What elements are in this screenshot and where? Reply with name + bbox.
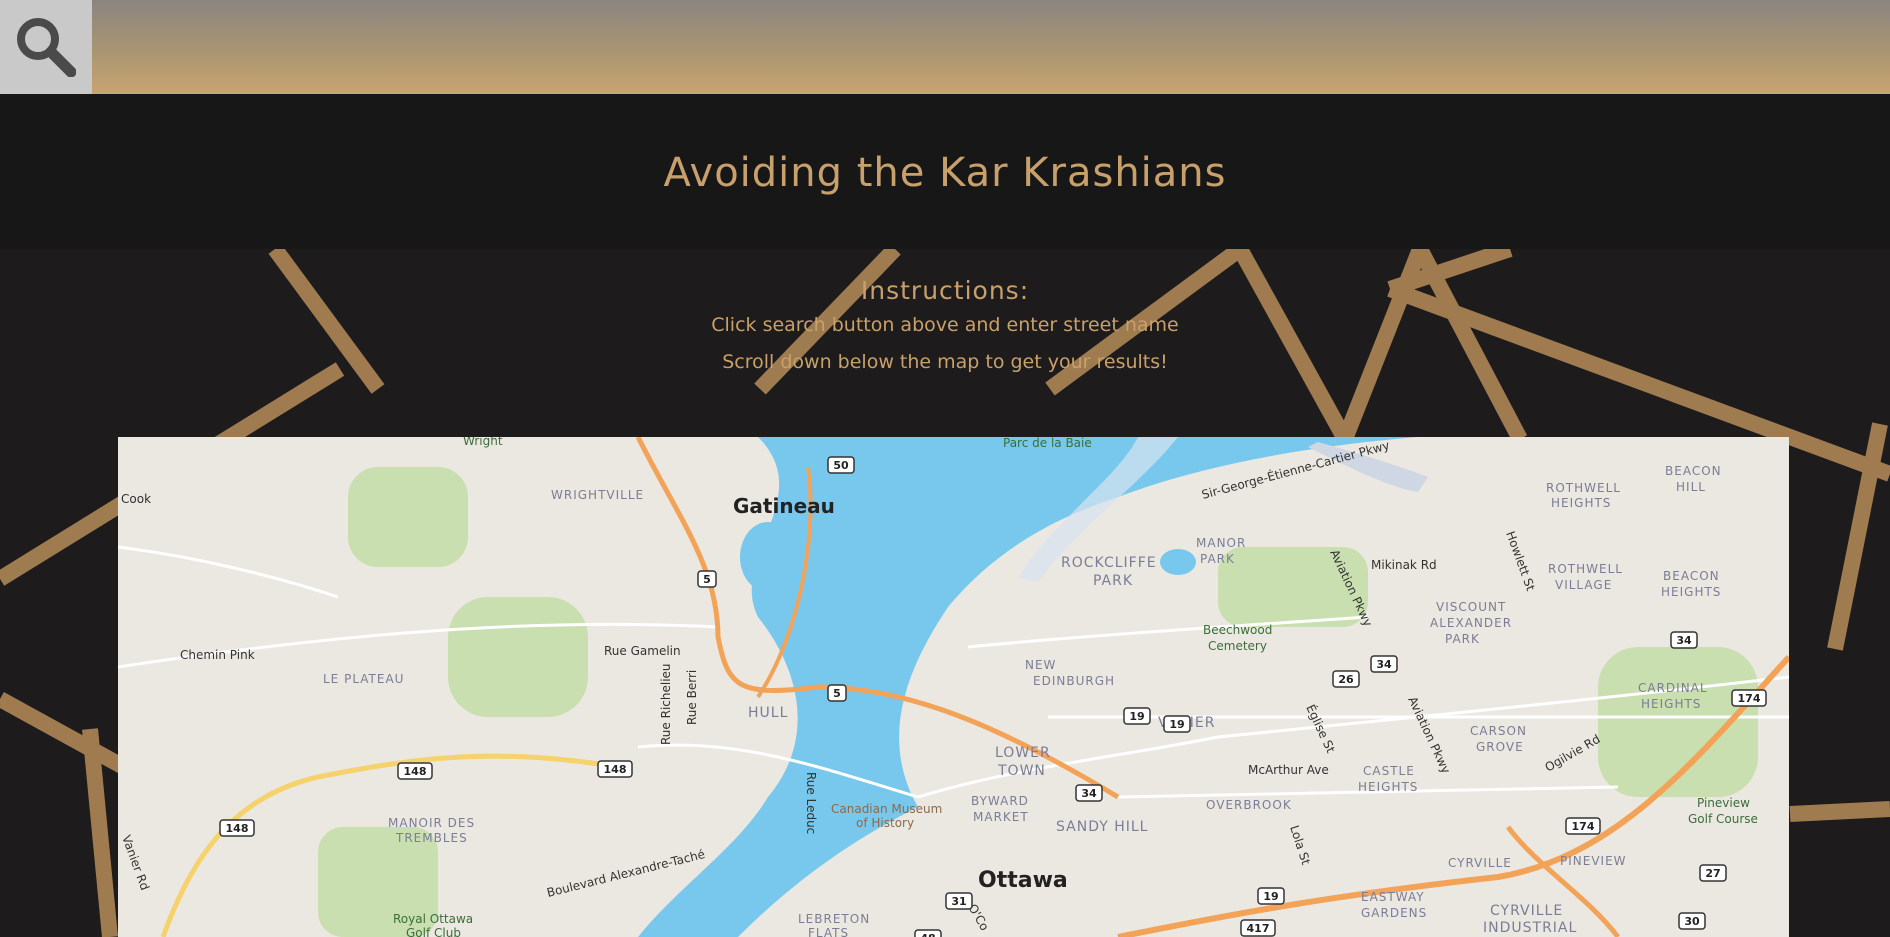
map-place: Golf Club bbox=[406, 926, 461, 937]
map-place: Beechwood bbox=[1203, 623, 1272, 637]
instructions-line-1: Click search button above and enter stre… bbox=[711, 314, 1179, 336]
map-label: ALEXANDER bbox=[1430, 616, 1512, 630]
map-label: GROVE bbox=[1476, 740, 1524, 754]
map-label: PARK bbox=[1093, 573, 1133, 589]
map-street: Rue Leduc bbox=[804, 772, 818, 834]
route-shield-label: 50 bbox=[833, 459, 849, 472]
instructions-panel: Instructions: Click search button above … bbox=[0, 275, 1890, 381]
route-shield-label: 48 bbox=[920, 932, 935, 937]
map-label: CYRVILLE bbox=[1448, 856, 1512, 870]
map-street: Rue Richelieu bbox=[659, 663, 673, 745]
map-label: VISCOUNT bbox=[1436, 600, 1506, 614]
map-label: EASTWAY bbox=[1361, 890, 1425, 904]
instructions-heading: Instructions: bbox=[860, 276, 1030, 305]
route-shield-label: 5 bbox=[703, 573, 711, 586]
route-shield-label: 148 bbox=[226, 822, 249, 835]
map-label: ROTHWELL bbox=[1548, 562, 1623, 576]
map-label: EDINBURGH bbox=[1033, 674, 1115, 688]
map-place: Canadian Museum bbox=[831, 802, 942, 816]
map-label: HILL bbox=[1676, 480, 1706, 494]
map-label: BEACON bbox=[1663, 569, 1720, 583]
map-label: LEBRETON bbox=[798, 912, 870, 926]
map-label: VILLAGE bbox=[1555, 578, 1612, 592]
route-shield-label: 34 bbox=[1376, 658, 1392, 671]
map-label: LOWER bbox=[995, 745, 1051, 761]
map-place: Golf Course bbox=[1688, 812, 1758, 826]
instructions-line-2: Scroll down below the map to get your re… bbox=[722, 351, 1168, 373]
map-place: Cemetery bbox=[1208, 639, 1267, 653]
route-shield-label: 417 bbox=[1247, 922, 1270, 935]
map-label: NEW bbox=[1025, 658, 1056, 672]
page-title: Avoiding the Kar Krashians bbox=[663, 150, 1227, 196]
route-shield-label: 174 bbox=[1738, 692, 1761, 705]
route-shield-label: 27 bbox=[1705, 867, 1720, 880]
map-label: PARK bbox=[1200, 552, 1235, 566]
map-place: Cook bbox=[121, 492, 151, 506]
search-icon bbox=[17, 18, 76, 77]
map-label: OVERBROOK bbox=[1206, 798, 1292, 812]
map-label: TOWN bbox=[997, 763, 1046, 779]
map-label: CARSON bbox=[1470, 724, 1527, 738]
map-place: of History bbox=[856, 816, 914, 830]
map-label: LE PLATEAU bbox=[323, 672, 404, 686]
route-shield-label: 148 bbox=[404, 765, 427, 778]
map-place: Parc de la Baie bbox=[1003, 437, 1092, 450]
map-label: CARDINAL bbox=[1638, 681, 1708, 695]
map-label: CASTLE bbox=[1363, 764, 1415, 778]
map-street: Mikinak Rd bbox=[1371, 558, 1437, 572]
map-place: Pineview bbox=[1697, 796, 1750, 810]
search-button[interactable] bbox=[0, 0, 92, 94]
route-shield-label: 5 bbox=[833, 687, 841, 700]
route-shield-label: 19 bbox=[1129, 710, 1144, 723]
map-place: Wright bbox=[463, 437, 503, 448]
map-label: SANDY HILL bbox=[1056, 819, 1148, 835]
map-city-gatineau: Gatineau bbox=[733, 494, 835, 518]
route-shield-label: 26 bbox=[1338, 673, 1354, 686]
map-label: TREMBLES bbox=[395, 831, 468, 845]
route-shield-label: 31 bbox=[951, 895, 966, 908]
map-label: BYWARD bbox=[971, 794, 1029, 808]
map-street: McArthur Ave bbox=[1248, 763, 1329, 777]
route-shield-label: 19 bbox=[1263, 890, 1278, 903]
map-label: HEIGHTS bbox=[1358, 780, 1418, 794]
map-street: Rue Gamelin bbox=[604, 644, 681, 658]
map-label: CYRVILLE bbox=[1490, 903, 1563, 919]
map-label: ROCKCLIFFE bbox=[1061, 555, 1157, 571]
route-shield-label: 34 bbox=[1676, 634, 1692, 647]
map-label: HEIGHTS bbox=[1661, 585, 1721, 599]
map-label: HEIGHTS bbox=[1551, 496, 1611, 510]
map-label: HEIGHTS bbox=[1641, 697, 1701, 711]
route-shield-label: 19 bbox=[1169, 718, 1184, 731]
map-label: FLATS bbox=[808, 926, 849, 937]
top-bar bbox=[0, 0, 1890, 94]
map[interactable]: Gatineau Ottawa WRIGHTVILLE LE PLATEAU H… bbox=[118, 437, 1789, 937]
map-label: ROTHWELL bbox=[1546, 481, 1621, 495]
map-label: WRIGHTVILLE bbox=[551, 488, 644, 502]
map-street: Rue Berri bbox=[685, 670, 699, 725]
map-place: Royal Ottawa bbox=[393, 912, 473, 926]
map-label: MANOR bbox=[1196, 536, 1246, 550]
map-label: MARKET bbox=[973, 810, 1029, 824]
page-header: Avoiding the Kar Krashians bbox=[0, 94, 1890, 249]
map-city-ottawa: Ottawa bbox=[978, 868, 1068, 893]
map-label: MANOIR DES bbox=[388, 816, 475, 830]
map-label: BEACON bbox=[1665, 464, 1722, 478]
route-shield-label: 34 bbox=[1081, 787, 1097, 800]
map-label: HULL bbox=[748, 705, 788, 721]
route-shield-label: 30 bbox=[1684, 915, 1700, 928]
map-street: Chemin Pink bbox=[180, 648, 255, 662]
map-label: INDUSTRIAL bbox=[1483, 920, 1577, 936]
route-shield-label: 174 bbox=[1572, 820, 1595, 833]
route-shield-label: 148 bbox=[604, 763, 627, 776]
map-label: PINEVIEW bbox=[1560, 854, 1627, 868]
map-label: PARK bbox=[1445, 632, 1480, 646]
map-label: GARDENS bbox=[1361, 906, 1427, 920]
